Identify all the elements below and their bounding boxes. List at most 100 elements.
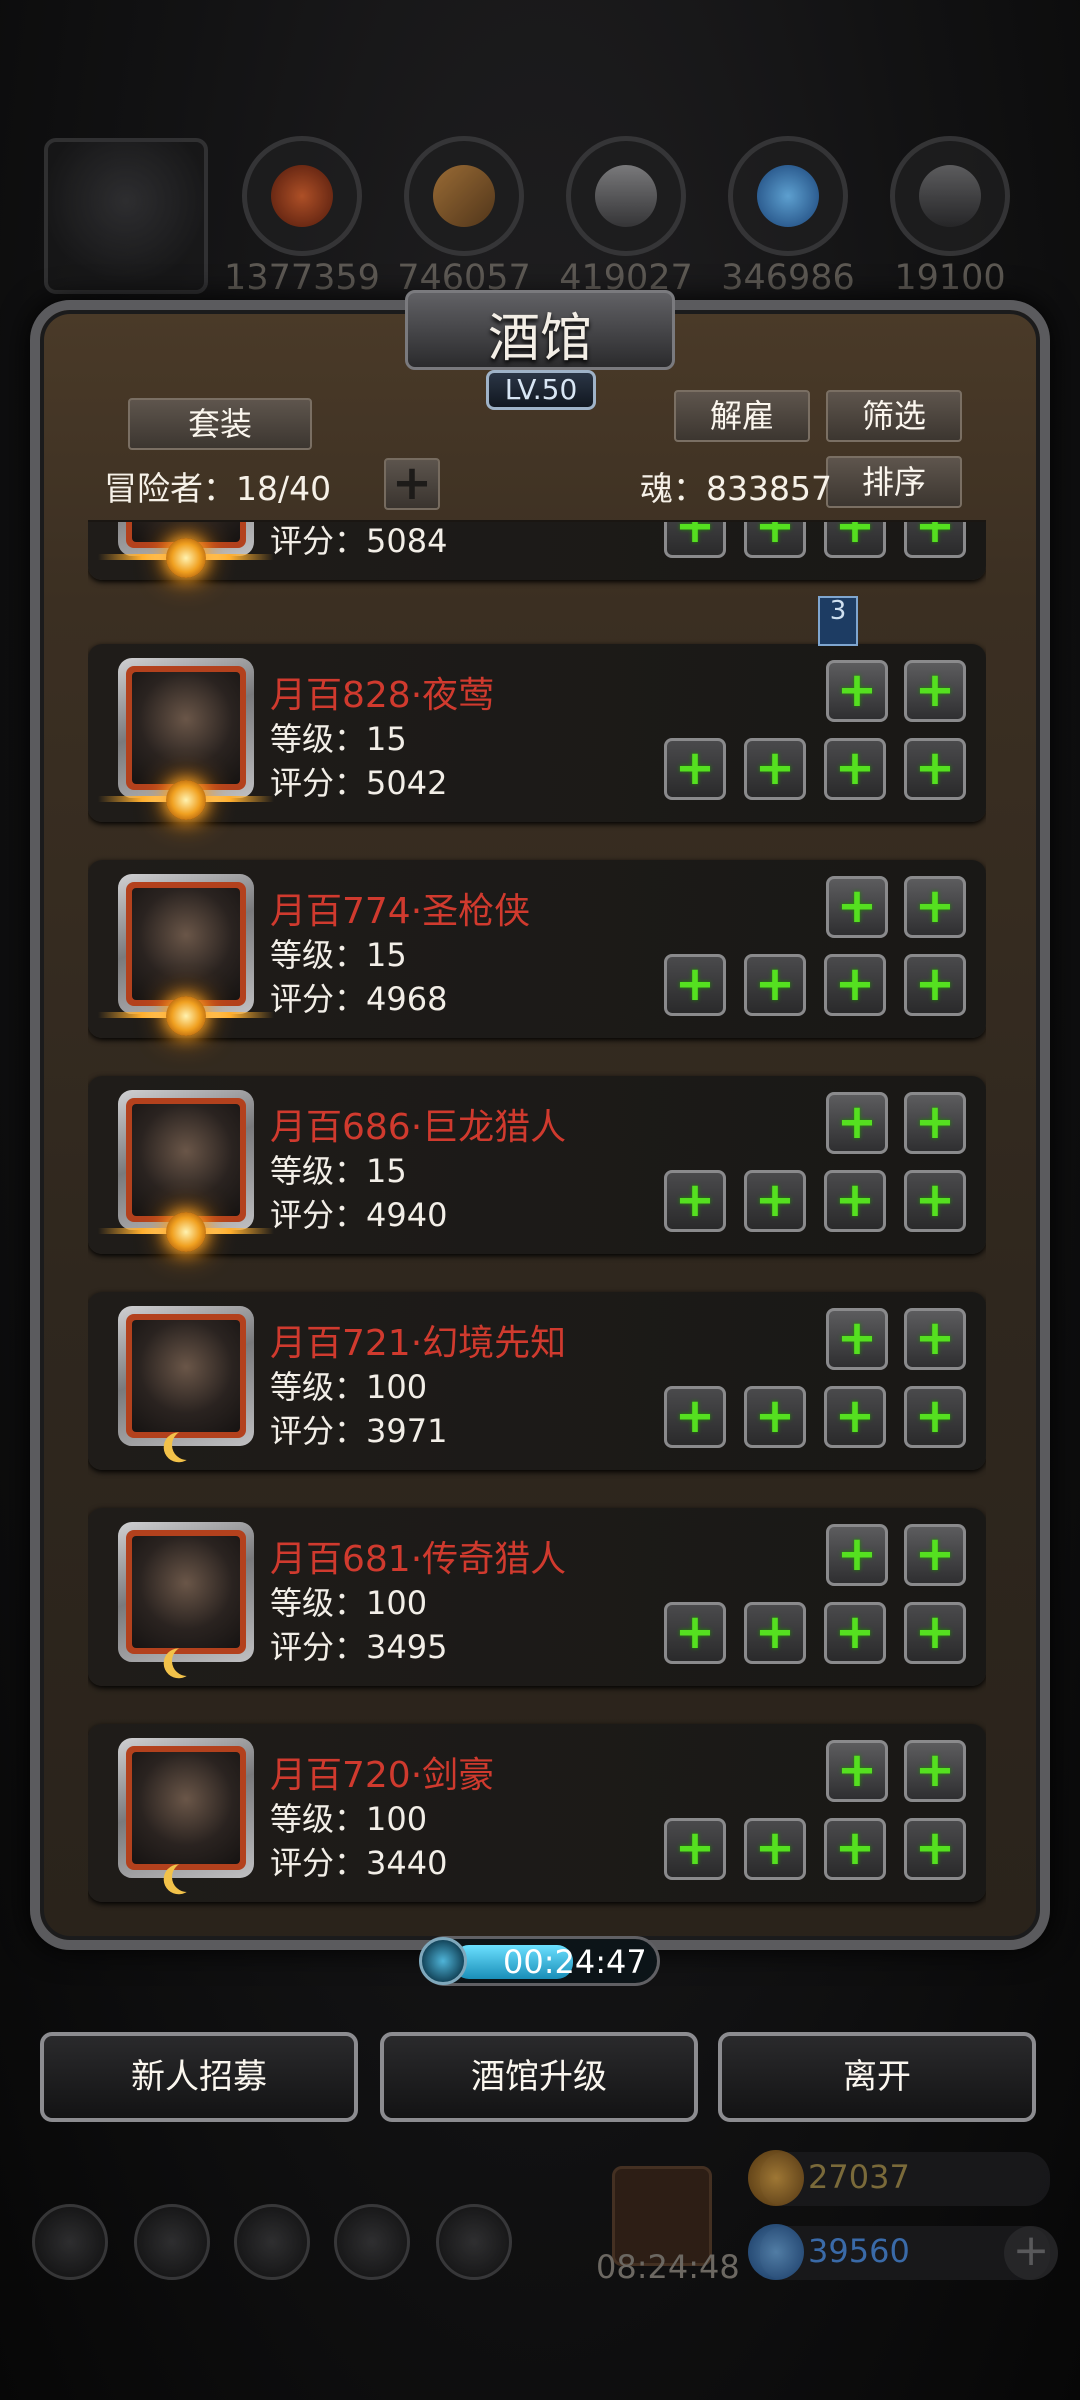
wood-resource (404, 136, 524, 256)
skill-slot-button[interactable]: + (904, 1308, 966, 1370)
gem-icon (748, 2224, 804, 2280)
skill-slot-button[interactable]: + (904, 660, 966, 722)
gold-rank-icon (166, 780, 206, 820)
armor-slot-button[interactable]: + (744, 1170, 806, 1232)
hero-card[interactable]: 月百721·幻境先知 等级：100 评分：3971 + + + + + + (88, 1292, 986, 1470)
hero-portrait (132, 1752, 240, 1864)
accessory-slot-button[interactable]: + (824, 1386, 886, 1448)
skill-slot-button[interactable]: + (826, 1308, 888, 1370)
scroll-marker: 3 (818, 596, 858, 646)
hero-portrait (132, 1104, 240, 1216)
upgrade-tavern-button[interactable]: 酒馆升级 (380, 2032, 698, 2122)
skill-slot-button[interactable]: + (904, 1092, 966, 1154)
hero-level: 等级：15 (270, 720, 407, 758)
hero-level: 等级：100 (270, 1584, 428, 1622)
hero-level: 等级：100 (270, 1800, 428, 1838)
gem-value: 39560 (808, 2232, 910, 2270)
armor-slot-button[interactable]: + (744, 522, 806, 558)
hero-list[interactable]: 等级：15 评分：5084 + + + + + + 月百828·夜莺等级：15 评分：5042 + +… (88, 520, 986, 1920)
mail-icon[interactable] (334, 2204, 410, 2280)
weapon-slot-button[interactable]: + (664, 738, 726, 800)
settings-icon[interactable] (32, 2204, 108, 2280)
hero-score: 评分：4940 (270, 1196, 448, 1234)
filter-button[interactable]: 筛选 (826, 390, 962, 442)
hero-avatar[interactable] (118, 658, 254, 798)
accessory-slot-button[interactable]: + (904, 522, 966, 558)
guild-icon[interactable] (234, 2204, 310, 2280)
hero-portrait (132, 672, 240, 784)
accessory-slot-button[interactable]: + (824, 522, 886, 558)
skill-slot-button[interactable]: + (826, 1524, 888, 1586)
iron-icon (919, 165, 981, 227)
sort-button[interactable]: 排序 (826, 456, 962, 508)
accessory-slot-button[interactable]: + (904, 1386, 966, 1448)
armor-slot-button[interactable]: + (744, 738, 806, 800)
add-currency-button[interactable]: + (1004, 2226, 1058, 2280)
accessory-slot-button[interactable]: + (824, 1602, 886, 1664)
hero-score: 评分：3440 (270, 1844, 448, 1882)
recruit-button[interactable]: 新人招募 (40, 2032, 358, 2122)
hero-card[interactable]: 等级：15评分：5084++++++ (88, 522, 986, 580)
expand-capacity-button[interactable]: + (384, 458, 440, 510)
hero-avatar[interactable] (118, 874, 254, 1014)
accessory-slot-button[interactable]: + (904, 1170, 966, 1232)
hero-level: 等级：15 (270, 1152, 407, 1190)
accessory-slot-button[interactable]: + (904, 1818, 966, 1880)
gold-value: 27037 (808, 2158, 910, 2196)
timer-bar: 00:24:47 (419, 1936, 660, 1986)
weapon-slot-button[interactable]: + (664, 954, 726, 1016)
weapon-slot-button[interactable]: + (664, 1386, 726, 1448)
accessory-slot-button[interactable]: + (824, 738, 886, 800)
player-portrait[interactable] (44, 138, 208, 294)
gift-timer: 08:24:48 (596, 2248, 740, 2286)
skill-slot-button[interactable]: + (826, 1740, 888, 1802)
hero-portrait (132, 1320, 240, 1432)
accessory-slot-button[interactable]: + (824, 1818, 886, 1880)
weapon-slot-button[interactable]: + (664, 1170, 726, 1232)
hero-avatar[interactable] (118, 1738, 254, 1878)
armor-slot-button[interactable]: + (744, 1386, 806, 1448)
hero-avatar[interactable] (118, 1522, 254, 1662)
leave-button[interactable]: 离开 (718, 2032, 1036, 2122)
accessory-slot-button[interactable]: + (824, 954, 886, 1016)
accessory-slot-button[interactable]: + (904, 954, 966, 1016)
armor-slot-button[interactable]: + (744, 954, 806, 1016)
stone-resource (566, 136, 686, 256)
skill-slot-button[interactable]: + (904, 1740, 966, 1802)
dismiss-button[interactable]: 解雇 (674, 390, 810, 442)
tavern-level-badge: LV.50 (486, 370, 596, 410)
accessory-slot-button[interactable]: + (824, 1170, 886, 1232)
stone-icon (595, 165, 657, 227)
skill-slot-button[interactable]: + (826, 660, 888, 722)
armor-slot-button[interactable]: + (744, 1602, 806, 1664)
meat-icon (271, 165, 333, 227)
panel-title: 酒馆 (487, 309, 592, 369)
weapon-slot-button[interactable]: + (664, 1818, 726, 1880)
achievement-icon[interactable] (134, 2204, 210, 2280)
meat-resource (242, 136, 362, 256)
gold-rank-icon (166, 538, 206, 578)
skill-slot-button[interactable]: + (826, 876, 888, 938)
hero-score: 评分：5042 (270, 764, 448, 802)
skill-slot-button[interactable]: + (904, 1524, 966, 1586)
adventurer-count: 冒险者：18/40 (104, 469, 332, 508)
weapon-slot-button[interactable]: + (664, 1602, 726, 1664)
iron-resource (890, 136, 1010, 256)
hero-card[interactable]: 月百828·夜莺 等级：15 评分：5042 + + + + + + (88, 644, 986, 822)
weapon-slot-button[interactable]: + (664, 522, 726, 558)
accessory-slot-button[interactable]: + (904, 738, 966, 800)
friends-icon[interactable] (436, 2204, 512, 2280)
armor-slot-button[interactable]: + (744, 1818, 806, 1880)
skill-slot-button[interactable]: + (904, 876, 966, 938)
hero-card[interactable]: 月百720·剑豪 等级：100 评分：3440 + + + + + + (88, 1724, 986, 1902)
gold-coin-icon (748, 2150, 804, 2206)
hero-card[interactable]: 月百681·传奇猎人 等级：100 评分：3495 + + + + + + (88, 1508, 986, 1686)
skill-slot-button[interactable]: + (826, 1092, 888, 1154)
set-button[interactable]: 套装 (128, 398, 312, 450)
accessory-slot-button[interactable]: + (904, 1602, 966, 1664)
hero-card[interactable]: 月百686·巨龙猎人 等级：15 评分：4940 + + + + + + (88, 1076, 986, 1254)
hero-card[interactable]: 月百774·圣枪侠 等级：15 评分：4968 + + + + + + (88, 860, 986, 1038)
hero-avatar[interactable] (118, 1306, 254, 1446)
hero-avatar[interactable] (118, 1090, 254, 1230)
hero-name: 月百721·幻境先知 (270, 1323, 567, 1364)
